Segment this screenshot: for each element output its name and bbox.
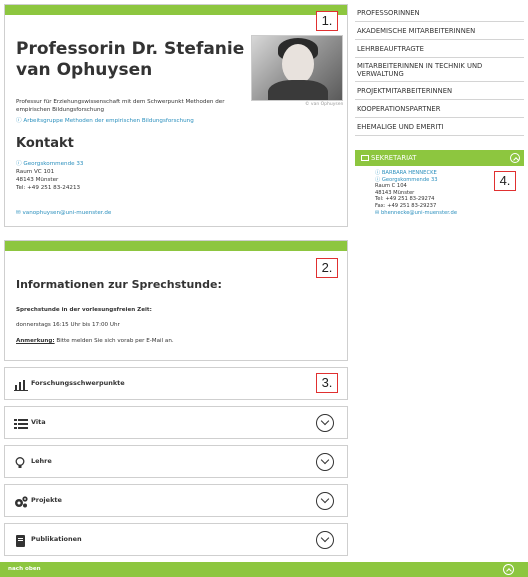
- book-icon: [16, 535, 25, 547]
- back-to-top-label: nach oben: [8, 566, 41, 572]
- accordion-label: Forschungsschwerpunkte: [31, 379, 125, 387]
- room: Raum VC 101: [16, 169, 55, 175]
- photo-credit: © van Ophuysen: [305, 102, 344, 107]
- chevron-up-icon[interactable]: [510, 153, 520, 163]
- accordion-label: Publikationen: [31, 535, 82, 543]
- envelope-icon: [361, 155, 369, 161]
- list-icon: [14, 419, 28, 429]
- contact-address: ⓘ Georgskommende 33 Raum VC 101 48143 Mü…: [16, 160, 83, 192]
- office-hours-card: Informationen zur Sprechstunde: Sprechst…: [4, 240, 348, 361]
- card-header-bar: [5, 5, 347, 15]
- back-to-top-bar[interactable]: nach oben: [0, 562, 528, 577]
- contact-heading: Kontakt: [16, 136, 74, 151]
- gears-icon: [15, 496, 28, 508]
- sidebar-item-lehrbeauftragte[interactable]: LEHRBEAUFTRAGTE: [355, 40, 524, 58]
- secretariat-name-link[interactable]: ⓘ BARBARA HENNECKE: [375, 170, 457, 177]
- annotation-marker-3: 3.: [316, 373, 338, 393]
- secretariat-room: Raum C 104: [375, 183, 407, 190]
- bar-chart-icon: [14, 380, 28, 391]
- accordion-label: Vita: [31, 418, 46, 426]
- sidebar-item-kooperationspartner[interactable]: KOOPERATIONSPARTNER: [355, 100, 524, 118]
- workgroup-link[interactable]: ⓘ Arbeitsgruppe Methoden der empirischen…: [16, 116, 194, 124]
- note-label: Anmerkung:: [16, 338, 55, 344]
- sidebar-item-mitarbeiterinnen-technik-verwaltung[interactable]: MITARBEITERINNEN IN TECHNIK UND VERWALTU…: [355, 58, 524, 82]
- chevron-down-icon[interactable]: [316, 453, 334, 471]
- office-hours-note: Anmerkung: Bitte melden Sie sich vorab p…: [16, 338, 174, 344]
- chevron-down-icon[interactable]: [316, 492, 334, 510]
- card-header-bar: [5, 241, 347, 251]
- office-hours-title: Informationen zur Sprechstunde:: [16, 278, 222, 291]
- secretariat-fax: Fax: +49 251 83-29237: [375, 202, 437, 209]
- annotation-marker-1: 1.: [316, 11, 338, 31]
- note-text: Bitte melden Sie sich vorab per E-Mail a…: [54, 338, 174, 344]
- chevron-down-icon[interactable]: [316, 414, 334, 432]
- accordion-publikationen[interactable]: Publikationen: [4, 523, 348, 556]
- chevron-down-icon[interactable]: [316, 531, 334, 549]
- secretariat-email-link[interactable]: ✉ bhennecke@uni-muenster.de: [375, 210, 457, 217]
- phone: Tel: +49 251 83-24213: [16, 185, 81, 191]
- sidebar-item-akademische-mitarbeiterinnen[interactable]: AKADEMISCHE MITARBEITERINNEN: [355, 22, 524, 40]
- secretariat-address-link[interactable]: ⓘ Georgskommende 33: [375, 177, 457, 184]
- email-link[interactable]: ✉ vanophuysen@uni-muenster.de: [16, 210, 111, 216]
- profile-description: Professur für Erziehungswissenschaft mit…: [16, 99, 225, 113]
- profile-card: Professorin Dr. Stefanie van Ophuysen © …: [4, 4, 348, 227]
- city: 48143 Münster: [16, 177, 59, 183]
- profile-photo: [251, 35, 343, 101]
- side-navigation: PROFESSORINNEN AKADEMISCHE MITARBEITERIN…: [355, 4, 524, 136]
- accordion-label: Lehre: [31, 457, 52, 465]
- annotation-marker-2: 2.: [316, 258, 338, 278]
- lightbulb-icon: [15, 457, 25, 468]
- secretariat-heading: SEKRETARIAT: [371, 154, 417, 162]
- sidebar-item-professorinnen[interactable]: PROFESSORINNEN: [355, 4, 524, 22]
- annotation-marker-4: 4.: [494, 171, 516, 191]
- secretariat-details: ⓘ BARBARA HENNECKE ⓘ Georgskommende 33 R…: [375, 170, 457, 216]
- sidebar-item-projektmitarbeiterinnen[interactable]: PROJEKTMITARBEITERINNEN: [355, 82, 524, 100]
- secretariat-city: 48143 Münster: [375, 189, 415, 196]
- secretariat-phone: Tel: +49 251 83-29274: [375, 196, 435, 203]
- chevron-up-icon[interactable]: [503, 564, 514, 575]
- accordion-projekte[interactable]: Projekte: [4, 484, 348, 517]
- address-link[interactable]: ⓘ Georgskommende 33: [16, 160, 83, 168]
- page-title: Professorin Dr. Stefanie van Ophuysen: [16, 39, 245, 80]
- accordion-lehre[interactable]: Lehre: [4, 445, 348, 478]
- accordion-label: Projekte: [31, 496, 62, 504]
- office-hours-subtitle: Sprechstunde in der vorlesungsfreien Zei…: [16, 307, 152, 313]
- secretariat-header[interactable]: SEKRETARIAT: [355, 150, 524, 166]
- accordion-forschungsschwerpunkte[interactable]: Forschungsschwerpunkte: [4, 367, 348, 400]
- office-hours-time: donnerstags 16:15 Uhr bis 17:00 Uhr: [16, 322, 120, 328]
- accordion-vita[interactable]: Vita: [4, 406, 348, 439]
- sidebar-item-ehemalige-emeriti[interactable]: EHEMALIGE UND EMERITI: [355, 118, 524, 136]
